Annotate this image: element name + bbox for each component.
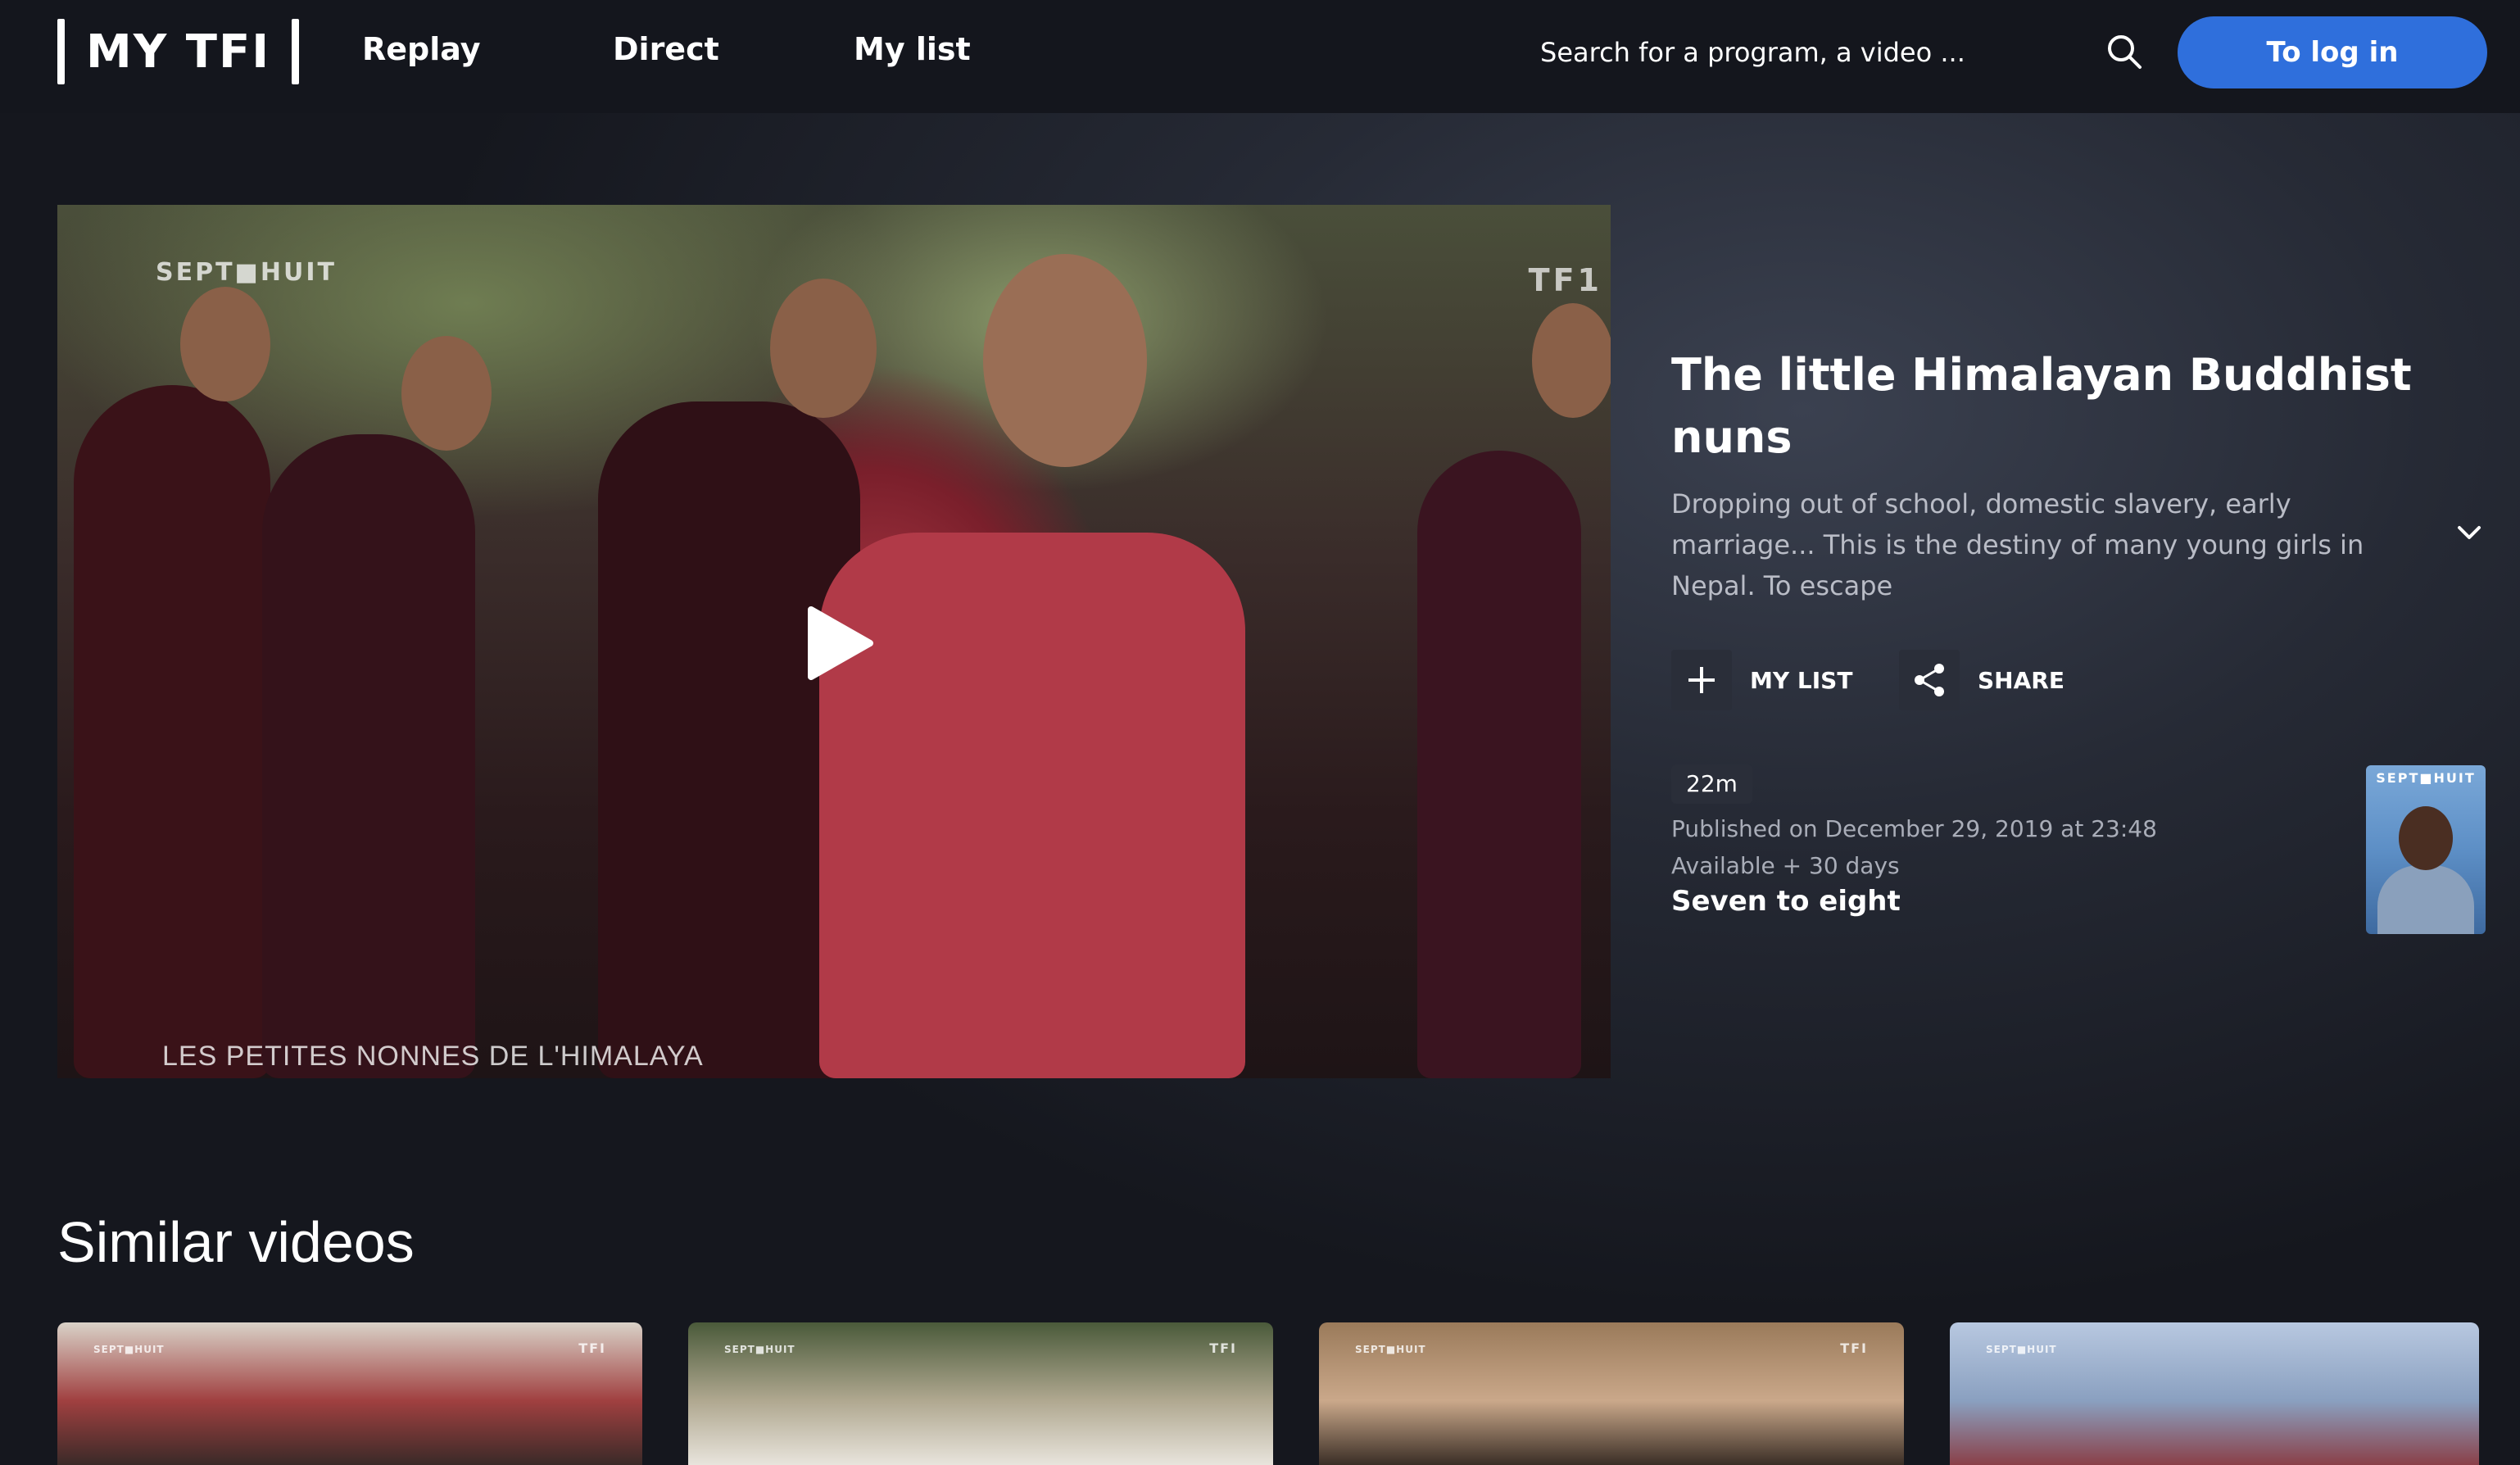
login-button[interactable]: To log in (2178, 16, 2487, 88)
head-shape (770, 279, 877, 418)
top-header: MY TFI Replay Direct My list To log in (0, 0, 2520, 113)
plus-icon (1671, 650, 1732, 710)
published-date: Published on December 29, 2019 at 23:48 (1671, 815, 2157, 842)
head-shape (180, 287, 270, 401)
thumb-watermark-tf1: TFI (1840, 1340, 1868, 1356)
mytf1-logo[interactable]: MY TFI (57, 18, 300, 85)
program-thumb-brand: SEPT■HUIT (2376, 770, 2476, 786)
add-to-my-list-button[interactable]: MY LIST (1671, 647, 1852, 713)
similar-videos-title: Similar videos (57, 1210, 415, 1274)
thumb-watermark-tf1: TFI (1209, 1340, 1237, 1356)
tf1-watermark: TF1 (1528, 262, 1602, 298)
thumb-watermark: SEPT■HUIT (93, 1344, 165, 1355)
video-caption: LES PETITES NONNES DE L'HIMALAYA (162, 1041, 704, 1072)
similar-video-card[interactable]: SEPT■HUIT TFI (1319, 1322, 1904, 1465)
figure-shape (1417, 451, 1581, 1078)
thumb-watermark-tf1: TFI (578, 1340, 606, 1356)
logo-bar-left (57, 19, 65, 84)
similar-video-card[interactable]: SEPT■HUIT TFI (57, 1322, 642, 1465)
search-icon[interactable] (2104, 31, 2145, 72)
program-thumbnail[interactable]: SEPT■HUIT (2366, 765, 2486, 934)
head-shape (1532, 303, 1611, 418)
logo-text: MY TFI (86, 25, 271, 79)
figure-shape (262, 434, 475, 1078)
search-input[interactable] (1540, 28, 1966, 77)
duration-badge: 22m (1671, 764, 1752, 804)
share-label: SHARE (1978, 666, 2064, 694)
thumb-watermark: SEPT■HUIT (1355, 1344, 1426, 1355)
head-shape (983, 254, 1147, 467)
share-icon (1899, 650, 1960, 710)
my-list-label: MY LIST (1750, 666, 1853, 694)
program-link[interactable]: Seven to eight (1671, 885, 1901, 918)
figure-shape (74, 385, 270, 1078)
channel-watermark: SEPT■HUIT (156, 258, 337, 287)
presenter-body-shape (2377, 865, 2474, 934)
chevron-down-icon[interactable] (2453, 516, 2486, 549)
thumb-watermark: SEPT■HUIT (724, 1344, 795, 1355)
thumb-watermark: SEPT■HUIT (1986, 1344, 2057, 1355)
logo-bar-right (292, 19, 300, 84)
nav-direct[interactable]: Direct (613, 31, 719, 67)
video-description: Dropping out of school, domestic slavery… (1671, 488, 2364, 601)
nav-replay[interactable]: Replay (362, 31, 481, 67)
nav-my-list[interactable]: My list (854, 31, 971, 67)
similar-video-card[interactable]: SEPT■HUIT (1950, 1322, 2479, 1465)
share-button[interactable]: SHARE (1899, 647, 2064, 713)
presenter-face-shape (2399, 806, 2453, 870)
play-button[interactable] (795, 598, 885, 688)
availability: Available + 30 days (1671, 852, 1900, 879)
play-icon (808, 606, 873, 680)
head-shape (401, 336, 492, 451)
video-title: The little Himalayan Buddhist nuns (1671, 349, 2412, 463)
video-player[interactable]: SEPT■HUIT TF1 LES PETITES NONNES DE L'HI… (57, 205, 1611, 1078)
similar-video-card[interactable]: SEPT■HUIT TFI (688, 1322, 1273, 1465)
